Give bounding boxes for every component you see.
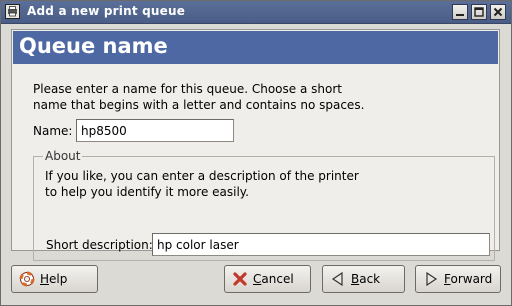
cancel-x-icon: [232, 271, 248, 287]
back-mnemonic: B: [351, 272, 360, 286]
help-label: elp: [49, 272, 68, 286]
about-group: About If you like, you can enter a descr…: [33, 149, 495, 261]
close-icon: [493, 7, 503, 17]
dialog-window: Add a new print queue Queue name Please …: [0, 0, 512, 306]
about-line-2: to help you identify it more easily.: [45, 185, 249, 199]
printer-window-icon[interactable]: [5, 4, 20, 19]
minimize-button[interactable]: [452, 4, 468, 20]
queue-name-input[interactable]: [76, 119, 234, 142]
druid-page: Queue name Please enter a name for this …: [11, 29, 500, 261]
maximize-button[interactable]: [471, 4, 487, 20]
short-description-input[interactable]: [152, 233, 490, 256]
minimize-icon: [456, 14, 464, 16]
forward-button[interactable]: Forward: [415, 265, 501, 293]
cancel-label: ancel: [261, 272, 294, 286]
cancel-button[interactable]: Cancel: [224, 265, 311, 293]
about-text: If you like, you can enter a description…: [45, 168, 465, 200]
close-button[interactable]: [490, 4, 506, 20]
intro-line-2: name that begins with a letter and conta…: [33, 98, 365, 112]
back-arrow-icon: [330, 271, 346, 287]
help-lifebuoy-icon: [19, 271, 35, 287]
back-button[interactable]: Back: [322, 265, 405, 293]
intro-text: Please enter a name for this queue. Choo…: [33, 81, 393, 113]
help-mnemonic: H: [40, 272, 50, 286]
intro-line-1: Please enter a name for this queue. Choo…: [33, 82, 342, 96]
forward-label: orward: [450, 272, 493, 286]
back-label: ack: [359, 272, 381, 286]
title-bar[interactable]: Add a new print queue: [1, 1, 511, 24]
page-title: Queue name: [19, 34, 168, 58]
window-title: Add a new print queue: [27, 4, 186, 18]
maximize-icon: [474, 7, 484, 17]
page-banner: Queue name: [13, 31, 498, 64]
about-line-1: If you like, you can enter a description…: [45, 169, 359, 183]
forward-arrow-icon: [423, 271, 439, 287]
help-button[interactable]: Help: [11, 265, 98, 293]
name-label: Name:: [33, 124, 73, 138]
about-legend: About: [43, 149, 83, 163]
short-description-label: Short description:: [46, 238, 153, 252]
